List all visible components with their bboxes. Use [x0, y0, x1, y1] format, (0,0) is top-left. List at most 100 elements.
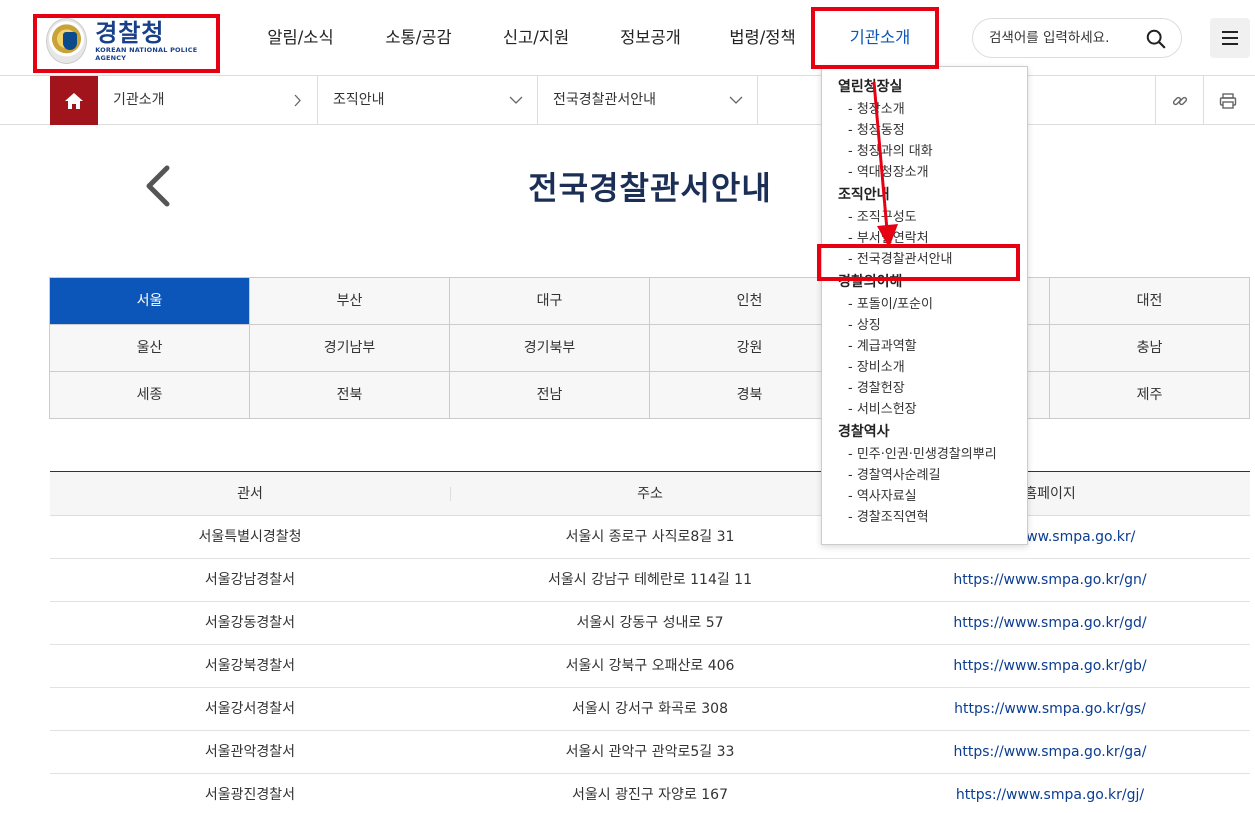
dropdown-item-history-trail[interactable]: - 경찰역사순례길 [838, 465, 1027, 486]
print-button[interactable] [1203, 76, 1251, 125]
nav-law-policy[interactable]: 법령/정책 [705, 0, 820, 76]
page-title: 전국경찰관서안내 [528, 169, 772, 207]
table-row: 서울특별시경찰청 서울시 종로구 사직로8길 31 https://www.sm… [50, 516, 1250, 559]
station-name: 서울광진경찰서 [204, 787, 296, 803]
chevron-right-icon [293, 76, 303, 146]
station-homepage-link[interactable]: https://www.smpa.go.kr/gn/ [850, 559, 1250, 601]
dropdown-item-commissioner-talk[interactable]: - 청장과의 대화 [838, 141, 1027, 162]
station-name: 서울강북경찰서 [204, 658, 296, 674]
region-tab-sejong[interactable]: 세종 [50, 372, 250, 419]
breadcrumb: 기관소개 조직안내 전국경찰관서안내 [0, 76, 1255, 125]
dropdown-item-department-contacts[interactable]: - 부서별연락처 [838, 228, 1027, 249]
table-row: 서울강북경찰서 서울시 강북구 오패산로 406 https://www.smp… [50, 645, 1250, 688]
table-header: 관서 주소 홈페이지 [50, 472, 1250, 516]
logo-korean-text: 경찰청 [95, 19, 165, 47]
dropdown-item-police-charter[interactable]: - 경찰헌장 [838, 378, 1027, 399]
station-address: 서울시 강동구 성내로 57 [576, 615, 724, 631]
dropdown-group-commissioner[interactable]: 열린청장실 [838, 75, 1027, 99]
breadcrumb-level1-label: 기관소개 [113, 92, 165, 108]
breadcrumb-level2-select[interactable]: 조직안내 [318, 76, 538, 125]
table-row: 서울관악경찰서 서울시 관악구 관악로5길 33 https://www.smp… [50, 731, 1250, 774]
search-input[interactable] [989, 30, 1139, 46]
breadcrumb-level1[interactable]: 기관소개 [98, 76, 318, 125]
region-tab-jeju[interactable]: 제주 [1050, 372, 1250, 419]
region-tab-gyeonggi-north[interactable]: 경기북부 [450, 325, 650, 372]
main-nav: 알림/소식 소통/공감 신고/지원 정보공개 법령/정책 기관소개 [240, 0, 940, 76]
hamburger-menu-icon[interactable] [1210, 18, 1250, 58]
station-name: 서울관악경찰서 [204, 744, 296, 760]
station-name: 서울강서경찰서 [204, 701, 296, 717]
region-tab-seoul[interactable]: 서울 [50, 278, 250, 325]
station-name: 서울강동경찰서 [204, 615, 296, 631]
dropdown-item-org-chart[interactable]: - 조직구성도 [838, 207, 1027, 228]
search-icon[interactable] [1145, 28, 1167, 50]
nav-agency-intro[interactable]: 기관소개 [820, 0, 940, 76]
station-address: 서울시 종로구 사직로8길 31 [565, 529, 735, 545]
print-icon [1219, 92, 1236, 109]
home-button[interactable] [50, 76, 98, 125]
station-address: 서울시 강북구 오패산로 406 [565, 658, 735, 674]
region-tab-jeonbuk[interactable]: 전북 [250, 372, 450, 419]
region-tab-gyeonggi-south[interactable]: 경기남부 [250, 325, 450, 372]
dropdown-item-commissioner-news[interactable]: - 청장동정 [838, 120, 1027, 141]
dropdown-item-org-timeline[interactable]: - 경찰조직연혁 [838, 507, 1027, 528]
dropdown-item-history-roots[interactable]: - 민주·인권·민생경찰의뿌리 [838, 444, 1027, 465]
breadcrumb-level3-label: 전국경찰관서안내 [553, 92, 657, 108]
region-tab-busan[interactable]: 부산 [250, 278, 450, 325]
home-icon [65, 92, 83, 109]
police-emblem-icon [46, 18, 88, 64]
table-row: 서울강남경찰서 서울시 강남구 테헤란로 114길 11 https://www… [50, 559, 1250, 602]
link-icon [1172, 96, 1187, 105]
station-address: 서울시 강서구 화곡로 308 [572, 701, 728, 717]
region-tabs: 서울 부산 대구 인천 광주 대전 울산 경기남부 경기북부 강원 충북 충남 … [49, 277, 1250, 419]
station-homepage-link[interactable]: https://www.smpa.go.kr/gb/ [850, 645, 1250, 687]
logo-english-text: KOREAN NATIONAL POLICE AGENCY [95, 46, 198, 62]
station-name: 서울강남경찰서 [204, 572, 296, 588]
region-tab-chungnam[interactable]: 충남 [1050, 325, 1250, 372]
site-logo[interactable]: 경찰청 KOREAN NATIONAL POLICE AGENCY [46, 14, 216, 68]
agency-intro-dropdown: 열린청장실 - 청장소개 - 청장동정 - 청장과의 대화 - 역대청장소개 조… [821, 66, 1028, 545]
station-homepage-link[interactable]: https://www.smpa.go.kr/ga/ [850, 731, 1250, 773]
chevron-down-icon [729, 76, 743, 146]
nav-news[interactable]: 알림/소식 [240, 0, 361, 76]
station-homepage-link[interactable]: https://www.smpa.go.kr/gj/ [850, 774, 1250, 813]
dropdown-item-former-commissioners[interactable]: - 역대청장소개 [838, 162, 1027, 183]
column-header-address: 주소 [450, 472, 850, 515]
dropdown-item-equipment[interactable]: - 장비소개 [838, 357, 1027, 378]
site-header: 경찰청 KOREAN NATIONAL POLICE AGENCY 알림/소식 … [0, 0, 1255, 76]
station-address: 서울시 강남구 테헤란로 114길 11 [547, 572, 753, 588]
region-tab-jeonnam[interactable]: 전남 [450, 372, 650, 419]
region-tab-daegu[interactable]: 대구 [450, 278, 650, 325]
station-homepage-link[interactable]: https://www.smpa.go.kr/gd/ [850, 602, 1250, 644]
dropdown-group-organization[interactable]: 조직안내 [838, 183, 1027, 207]
share-link-button[interactable] [1155, 76, 1203, 125]
nav-communication[interactable]: 소통/공감 [361, 0, 476, 76]
region-tab-gyeongbuk[interactable]: 경북 [650, 372, 850, 419]
dropdown-item-mascots[interactable]: - 포돌이/포순이 [838, 294, 1027, 315]
station-address: 서울시 관악구 관악로5길 33 [565, 744, 735, 760]
station-homepage-link[interactable]: https://www.smpa.go.kr/gs/ [850, 688, 1250, 730]
region-tab-daejeon[interactable]: 대전 [1050, 278, 1250, 325]
dropdown-item-service-charter[interactable]: - 서비스헌장 [838, 399, 1027, 420]
dropdown-item-commissioner-intro[interactable]: - 청장소개 [838, 99, 1027, 120]
station-name: 서울특별시경찰청 [198, 529, 302, 545]
dropdown-item-history-archive[interactable]: - 역사자료실 [838, 486, 1027, 507]
table-row: 서울광진경찰서 서울시 광진구 자양로 167 https://www.smpa… [50, 774, 1250, 813]
breadcrumb-level2-label: 조직안내 [333, 92, 385, 108]
dropdown-item-national-stations[interactable]: - 전국경찰관서안내 [838, 249, 1027, 270]
nav-information[interactable]: 정보공개 [596, 0, 705, 76]
breadcrumb-level3-select[interactable]: 전국경찰관서안내 [538, 76, 758, 125]
dropdown-item-symbol[interactable]: - 상징 [838, 315, 1027, 336]
region-tab-incheon[interactable]: 인천 [650, 278, 850, 325]
dropdown-group-history[interactable]: 경찰역사 [838, 420, 1027, 444]
region-tab-ulsan[interactable]: 울산 [50, 325, 250, 372]
station-address: 서울시 광진구 자양로 167 [572, 787, 728, 803]
search-box [972, 18, 1182, 58]
dropdown-item-ranks[interactable]: - 계급과역할 [838, 336, 1027, 357]
nav-report[interactable]: 신고/지원 [476, 0, 596, 76]
table-row: 서울강서경찰서 서울시 강서구 화곡로 308 https://www.smpa… [50, 688, 1250, 731]
chevron-down-icon [509, 76, 523, 146]
region-tab-gangwon[interactable]: 강원 [650, 325, 850, 372]
table-row: 서울강동경찰서 서울시 강동구 성내로 57 https://www.smpa.… [50, 602, 1250, 645]
dropdown-group-understanding[interactable]: 경찰의이해 [838, 270, 1027, 294]
